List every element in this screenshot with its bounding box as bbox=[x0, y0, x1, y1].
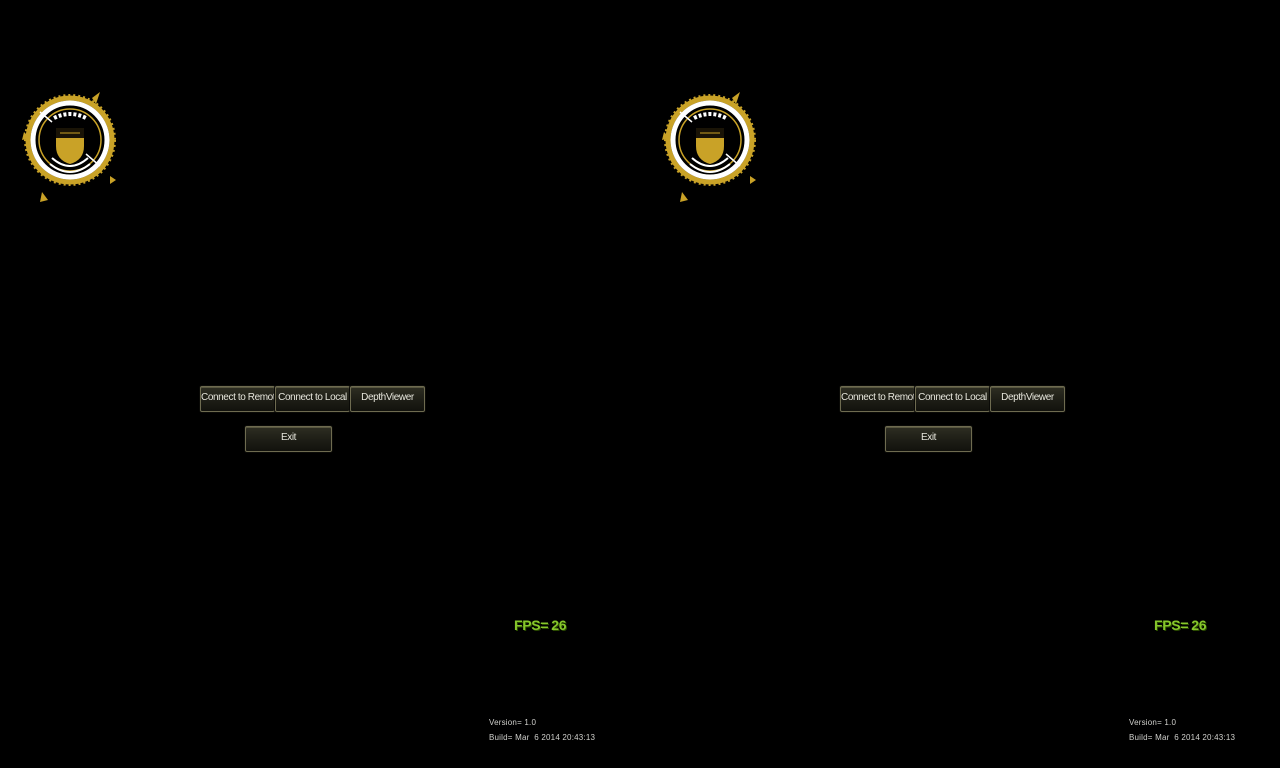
fps-label: FPS= bbox=[1154, 617, 1189, 633]
exit-button[interactable]: Exit bbox=[885, 426, 972, 452]
build-text: Build= Mar 6 2014 20:43:13 bbox=[1129, 733, 1236, 742]
fps-label: FPS= bbox=[514, 617, 549, 633]
build-text: Build= Mar 6 2014 20:43:13 bbox=[489, 733, 596, 742]
fps-value: 26 bbox=[1191, 617, 1207, 633]
right-eye-view: Connect to Remote Connect to Local Depth… bbox=[640, 0, 1280, 768]
left-eye-view: Connect to Remote Connect to Local Depth… bbox=[0, 0, 640, 768]
fps-counter: FPS= 26 bbox=[514, 617, 567, 633]
fps-value: 26 bbox=[551, 617, 567, 633]
connect-to-local-button[interactable]: Connect to Local bbox=[275, 386, 350, 412]
depth-viewer-button[interactable]: DepthViewer bbox=[350, 386, 425, 412]
version-text: Version= 1.0 bbox=[489, 718, 537, 727]
connect-to-remote-button[interactable]: Connect to Remote bbox=[200, 386, 281, 412]
connect-to-local-button[interactable]: Connect to Local bbox=[915, 386, 990, 412]
hud-emblem-icon bbox=[22, 48, 118, 232]
fps-counter: FPS= 26 bbox=[1154, 617, 1207, 633]
hud-emblem-icon bbox=[662, 48, 758, 232]
depth-viewer-button[interactable]: DepthViewer bbox=[990, 386, 1065, 412]
exit-button[interactable]: Exit bbox=[245, 426, 332, 452]
connect-to-remote-button[interactable]: Connect to Remote bbox=[840, 386, 921, 412]
version-text: Version= 1.0 bbox=[1129, 718, 1177, 727]
